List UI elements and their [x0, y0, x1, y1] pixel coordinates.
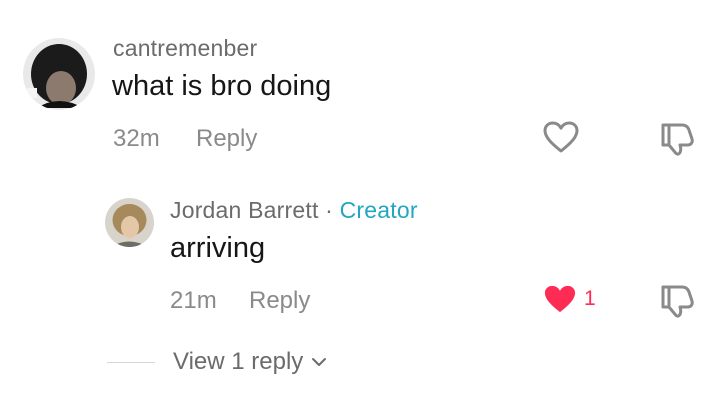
creator-username[interactable]: Jordan Barrett	[170, 197, 319, 223]
reply-reply-button[interactable]: Reply	[249, 287, 310, 315]
comment-text: what is bro doing	[112, 70, 332, 102]
view-replies-button[interactable]: View 1 reply	[173, 348, 327, 376]
reply-like-count: 1	[584, 287, 596, 310]
replies-divider	[107, 362, 155, 363]
comment-like-button[interactable]	[542, 120, 580, 154]
username-separator: ·	[325, 197, 333, 223]
reply-like-button[interactable]: 1	[542, 282, 604, 316]
comment-dislike-button[interactable]	[658, 120, 696, 158]
creator-avatar-image	[105, 198, 154, 247]
creator-avatar[interactable]	[105, 198, 154, 247]
thumbs-down-icon	[661, 123, 694, 156]
heart-filled-icon	[544, 285, 576, 313]
thumbs-down-icon	[661, 285, 694, 318]
comment-reply-button[interactable]: Reply	[196, 125, 257, 153]
creator-username-line: Jordan Barrett · Creator	[170, 197, 418, 224]
commenter-username[interactable]: cantremenber	[113, 35, 257, 62]
heart-outline-icon	[543, 121, 579, 153]
reply-timestamp: 21m	[170, 287, 217, 314]
comment-timestamp: 32m	[113, 125, 160, 152]
chevron-down-icon	[312, 358, 327, 366]
reply-dislike-button[interactable]	[658, 282, 696, 320]
creator-badge: Creator	[339, 197, 418, 223]
commenter-avatar[interactable]	[23, 38, 95, 110]
reply-text: arriving	[170, 232, 266, 264]
view-replies-label: View 1 reply	[173, 348, 304, 375]
commenter-avatar-image	[23, 38, 95, 110]
